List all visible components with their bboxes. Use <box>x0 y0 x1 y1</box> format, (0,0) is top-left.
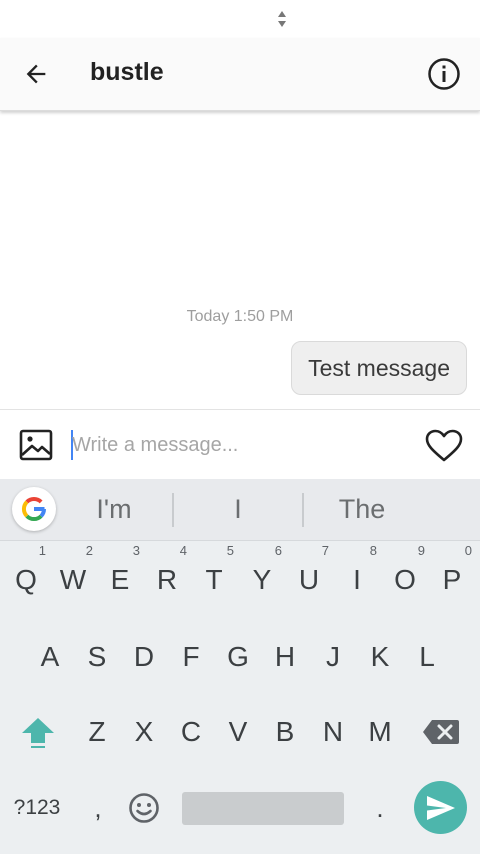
period-key[interactable]: . <box>360 783 400 833</box>
key-hint: 7 <box>321 543 329 558</box>
outgoing-message-bubble[interactable]: Test message <box>291 341 467 395</box>
info-button[interactable] <box>422 52 466 96</box>
key-s[interactable]: S <box>73 626 121 688</box>
key-hint: 4 <box>179 543 187 558</box>
key-e[interactable]: E3 <box>96 543 144 611</box>
key-z[interactable]: Z <box>73 701 121 763</box>
key-label: W <box>59 564 87 595</box>
gallery-button[interactable] <box>16 426 56 464</box>
key-v[interactable]: V <box>214 701 262 763</box>
back-button[interactable] <box>14 52 58 96</box>
key-hint: 0 <box>464 543 472 558</box>
google-g-icon <box>21 496 47 522</box>
image-gallery-icon <box>19 429 53 461</box>
emoji-icon <box>129 793 159 823</box>
info-icon <box>428 58 460 90</box>
key-w[interactable]: W2 <box>49 543 97 611</box>
key-label: Q <box>15 564 37 595</box>
key-o[interactable]: O9 <box>381 543 429 611</box>
key-q[interactable]: Q1 <box>2 543 50 611</box>
key-c[interactable]: C <box>167 701 215 763</box>
key-f[interactable]: F <box>167 626 215 688</box>
message-composer <box>0 409 480 480</box>
suggestion-3[interactable]: The <box>312 479 412 540</box>
key-u[interactable]: U7 <box>285 543 333 611</box>
key-label: Y <box>252 564 272 595</box>
key-x[interactable]: X <box>120 701 168 763</box>
key-label: P <box>442 564 462 595</box>
key-k[interactable]: K <box>356 626 404 688</box>
backspace-icon <box>423 720 459 744</box>
suggestion-divider <box>302 493 304 527</box>
suggestion-divider <box>172 493 174 527</box>
key-y[interactable]: Y6 <box>238 543 286 611</box>
comma-key[interactable]: , <box>78 783 118 833</box>
key-label: U <box>298 564 320 595</box>
key-hint: 8 <box>369 543 377 558</box>
space-key[interactable] <box>182 792 344 825</box>
key-l[interactable]: L <box>403 626 451 688</box>
google-button[interactable] <box>12 487 56 531</box>
symbols-key[interactable]: ?123 <box>4 783 70 833</box>
key-d[interactable]: D <box>120 626 168 688</box>
key-r[interactable]: R4 <box>143 543 191 611</box>
key-hint: 1 <box>38 543 46 558</box>
conversation-title: bustle <box>90 58 164 86</box>
suggestion-1[interactable]: I'm <box>64 479 164 540</box>
back-arrow-icon <box>26 64 46 84</box>
backspace-key[interactable] <box>414 701 468 763</box>
key-g[interactable]: G <box>214 626 262 688</box>
sort-arrows-icon <box>278 11 286 27</box>
key-label: O <box>394 564 416 595</box>
key-j[interactable]: J <box>309 626 357 688</box>
key-hint: 6 <box>274 543 282 558</box>
send-arrow-icon <box>426 795 455 820</box>
like-button[interactable] <box>422 426 466 466</box>
key-hint: 3 <box>132 543 140 558</box>
key-label: R <box>156 564 178 595</box>
key-label: E <box>110 564 130 595</box>
key-hint: 5 <box>226 543 234 558</box>
message-input[interactable] <box>72 428 392 462</box>
shift-arrow-icon <box>22 718 54 748</box>
key-h[interactable]: H <box>261 626 309 688</box>
key-hint: 9 <box>417 543 425 558</box>
key-label: I <box>353 564 361 595</box>
status-bar <box>0 0 480 38</box>
key-p[interactable]: P0 <box>428 543 476 611</box>
key-label: T <box>205 564 223 595</box>
suggestion-2[interactable]: I <box>182 479 294 540</box>
message-timestamp: Today 1:50 PM <box>186 308 294 325</box>
key-m[interactable]: M <box>356 701 404 763</box>
key-n[interactable]: N <box>309 701 357 763</box>
send-key[interactable] <box>414 781 467 834</box>
heart-icon <box>425 429 463 462</box>
key-a[interactable]: A <box>26 626 74 688</box>
key-b[interactable]: B <box>261 701 309 763</box>
soft-keyboard: I'm I The Q1 W2 E3 R4 T5 Y6 U7 I8 O9 P0 … <box>0 479 480 854</box>
key-hint: 2 <box>85 543 93 558</box>
emoji-key[interactable] <box>124 783 164 833</box>
conversation-header: bustle <box>0 38 480 111</box>
key-t[interactable]: T5 <box>190 543 238 611</box>
shift-key[interactable] <box>14 701 62 763</box>
key-i[interactable]: I8 <box>333 543 381 611</box>
suggestion-strip: I'm I The <box>0 479 480 541</box>
